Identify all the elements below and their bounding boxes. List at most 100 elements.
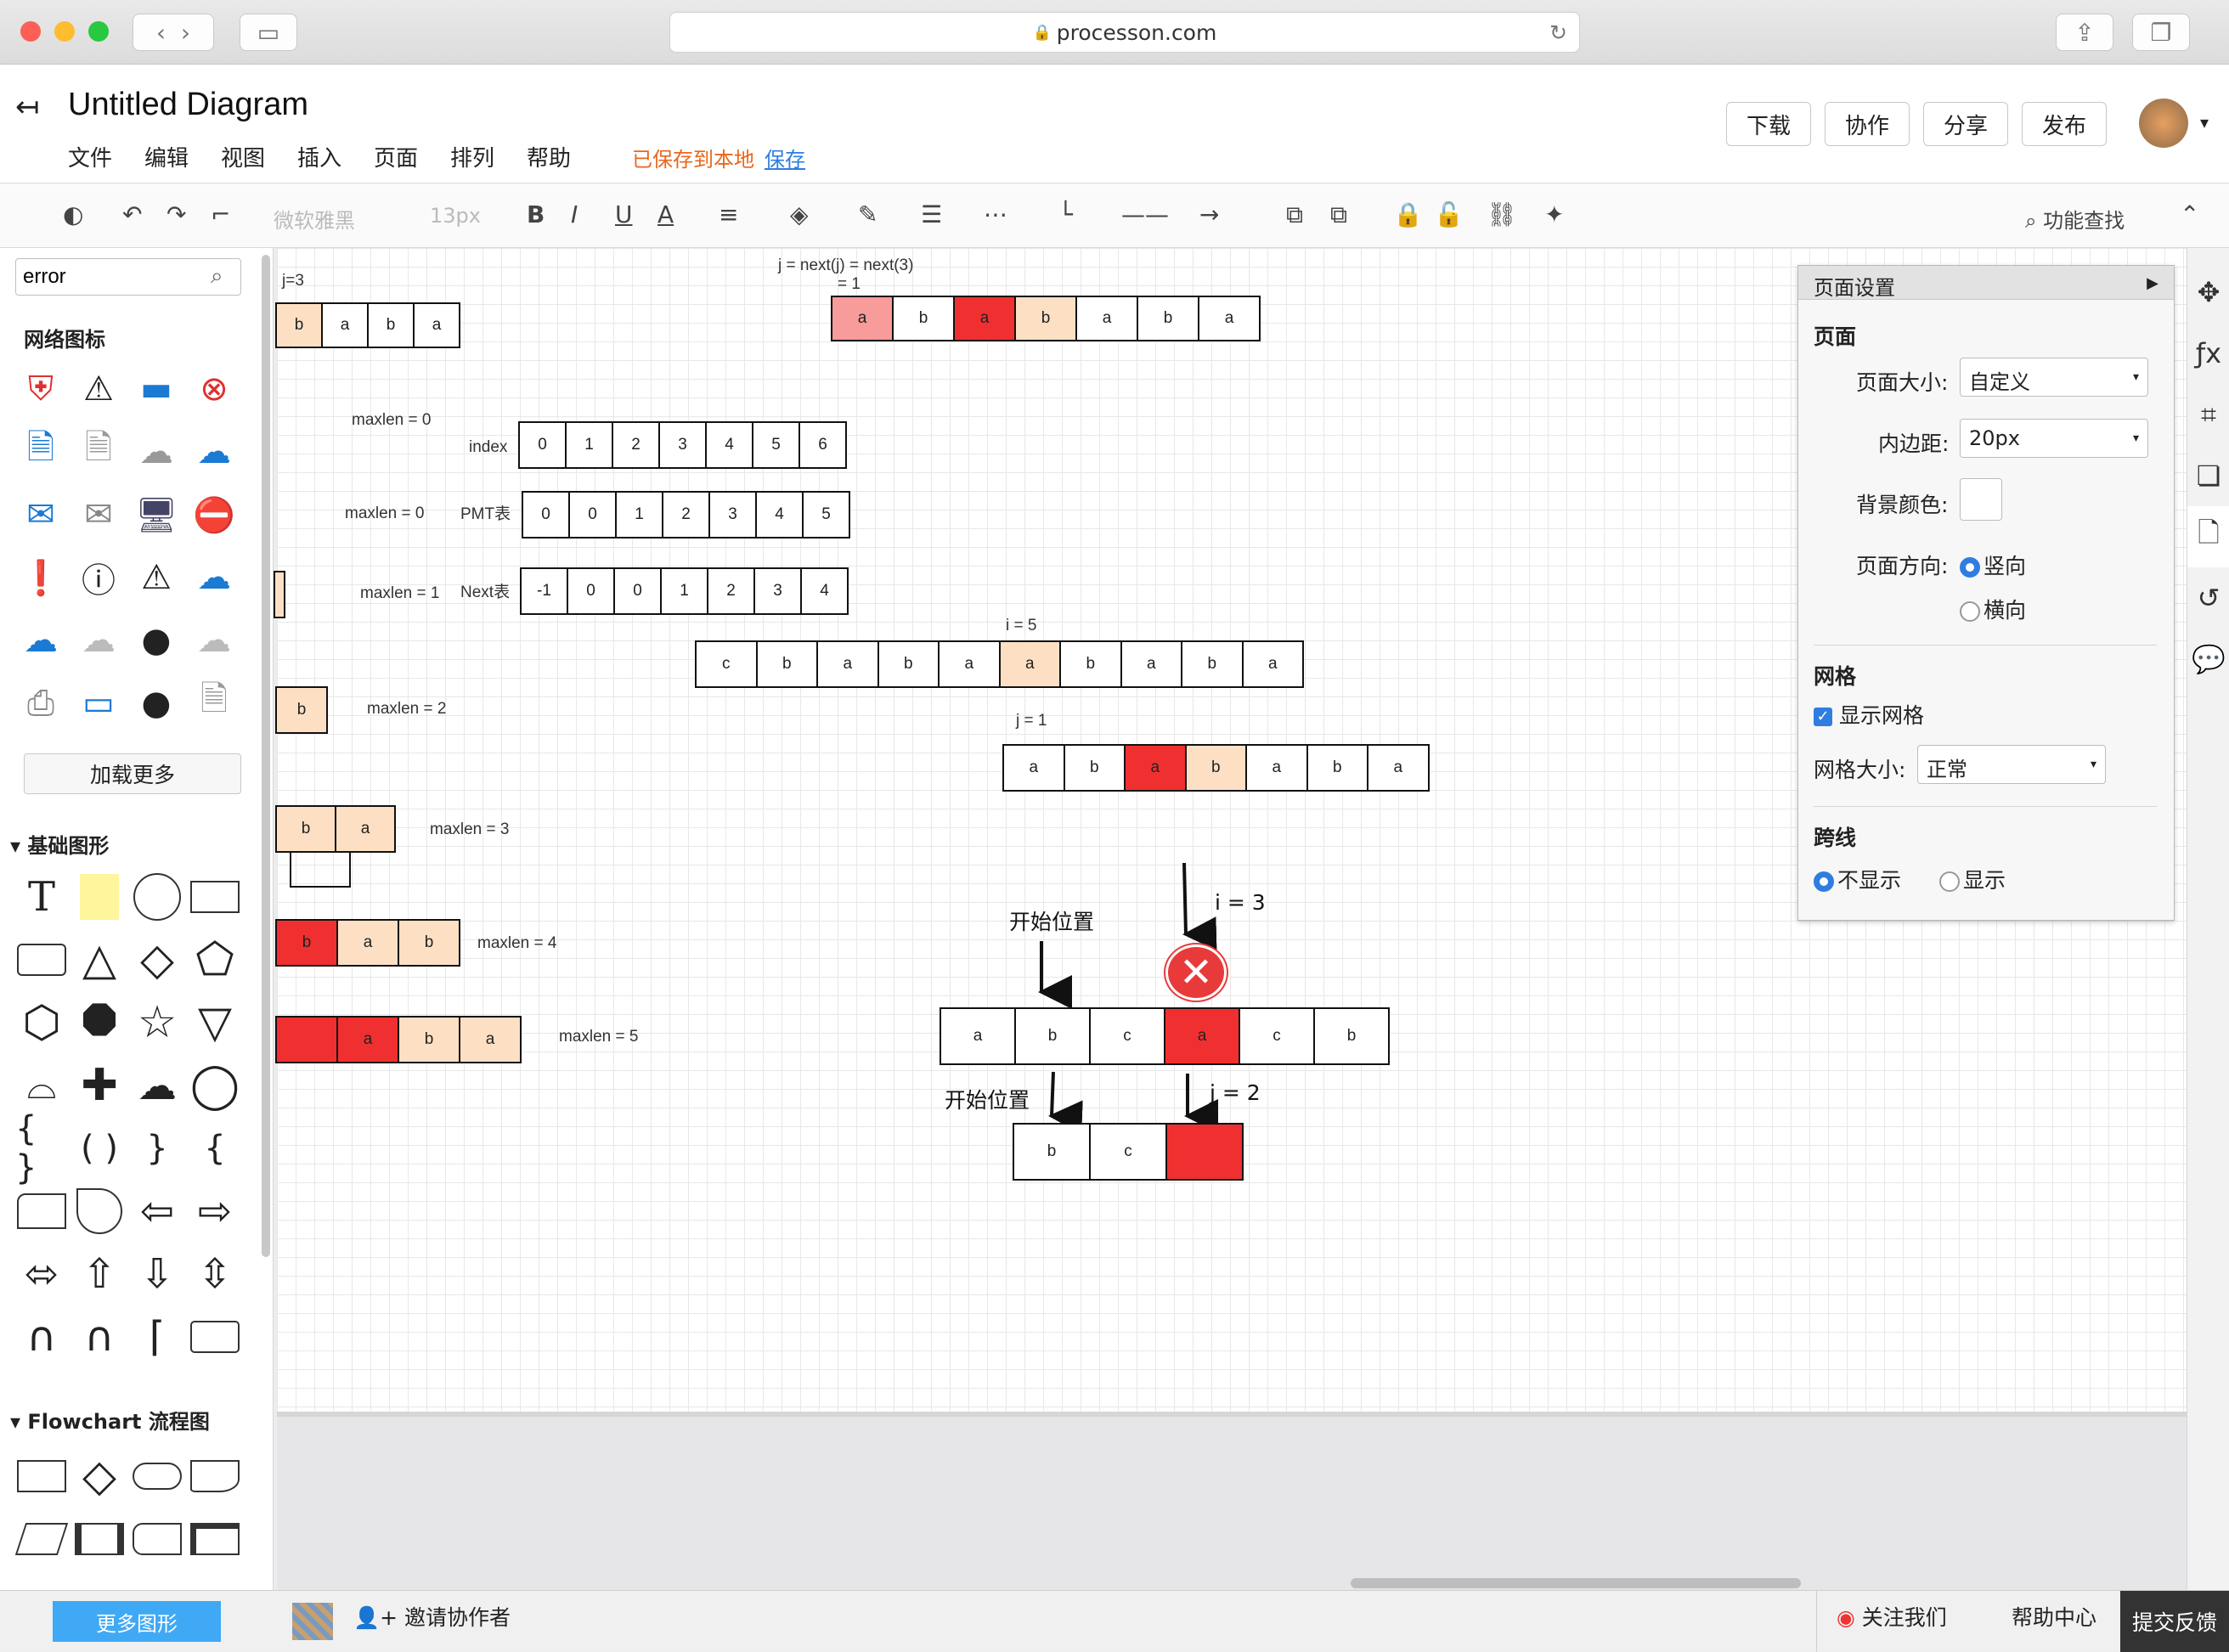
bring-front-icon[interactable]: ⧉ xyxy=(1286,200,1303,229)
padding-select[interactable]: 20px ▾ xyxy=(1960,419,2148,458)
line-width-icon[interactable]: ☰ xyxy=(921,200,942,228)
row-5-cell[interactable] xyxy=(275,1016,338,1063)
grid-size-select[interactable]: 正常 ▾ xyxy=(1917,745,2106,784)
undo-icon[interactable]: ↶ xyxy=(122,200,142,228)
warning-icon[interactable]: ⚠ xyxy=(75,367,122,411)
navigate-icon[interactable]: ✥ xyxy=(2187,262,2229,323)
row-top-cell[interactable]: a xyxy=(1075,296,1138,341)
format-painter-icon[interactable]: ⌐ xyxy=(211,200,230,228)
hexagon-shape[interactable]: ⬡ xyxy=(15,997,68,1048)
shape-style-icon[interactable]: ◐ xyxy=(63,200,83,228)
terminator-shape[interactable] xyxy=(131,1452,183,1500)
row-4-cell[interactable]: b xyxy=(398,919,460,967)
rounded-rect-shape[interactable] xyxy=(15,936,68,984)
no-entry-icon[interactable]: ⛔ xyxy=(190,493,238,537)
cloud-error-icon[interactable]: ☁ xyxy=(190,430,238,474)
right-brace-shape[interactable]: } xyxy=(131,1125,183,1172)
row-bc-cell[interactable]: b xyxy=(1013,1123,1091,1181)
page-size-select[interactable]: 自定义 ▾ xyxy=(1960,358,2148,397)
row-5-cell[interactable]: b xyxy=(398,1016,460,1063)
double-arrow-icon[interactable]: ▶ xyxy=(2147,274,2158,292)
data-shape[interactable] xyxy=(14,1515,69,1563)
row-bc-cell[interactable] xyxy=(1165,1123,1244,1181)
folder-warning-icon[interactable]: ▭ xyxy=(75,681,122,725)
row-b-cell[interactable]: b xyxy=(275,686,328,734)
cross-shape[interactable]: ✚ xyxy=(73,1060,126,1111)
lock-icon[interactable]: 🔒 xyxy=(1393,200,1423,228)
row-3-cell[interactable]: b xyxy=(275,805,336,853)
row-main-cell[interactable]: a xyxy=(1241,640,1304,688)
row-pmt-cell[interactable]: 3 xyxy=(708,491,757,538)
load-more-button[interactable]: 加载更多 xyxy=(24,753,241,794)
loop-connector[interactable] xyxy=(290,851,351,888)
arrow-down-shape[interactable]: ⇩ xyxy=(131,1250,183,1298)
computer-icon[interactable]: 🖥 xyxy=(133,493,180,537)
row-abc-cell[interactable]: b xyxy=(1014,1007,1091,1065)
publish-button[interactable]: 发布 xyxy=(2022,102,2107,146)
fill-color-icon[interactable]: ◈ xyxy=(790,200,809,228)
star-shape[interactable]: ☆ xyxy=(131,997,183,1048)
invite-button[interactable]: 👤+ 邀请协作者 xyxy=(353,1601,511,1632)
arrow-start2[interactable] xyxy=(1048,1071,1083,1135)
row-5-cell[interactable]: a xyxy=(336,1016,399,1063)
cloud-warning-icon[interactable]: ☁ xyxy=(190,618,238,662)
warning-black-icon[interactable]: ⚠ xyxy=(133,555,180,600)
close-window-button[interactable] xyxy=(20,21,41,42)
redo-icon[interactable]: ↷ xyxy=(166,200,186,228)
unlock-icon[interactable]: 🔓 xyxy=(1434,200,1464,228)
row-pmt-cell[interactable]: 2 xyxy=(662,491,710,538)
row-next-cell[interactable]: 0 xyxy=(613,567,662,615)
row-top-cell[interactable]: b xyxy=(1014,296,1077,341)
row-main-cell[interactable]: a xyxy=(816,640,879,688)
exclamation-icon[interactable]: ● xyxy=(133,681,180,725)
row-left-top-cell[interactable]: b xyxy=(275,302,323,348)
row-main-cell[interactable]: b xyxy=(1181,640,1244,688)
diamond-shape[interactable]: ◇ xyxy=(131,934,183,985)
italic-icon[interactable]: I xyxy=(571,200,578,228)
row-j1-cell[interactable]: b xyxy=(1184,744,1247,792)
line-dash-icon[interactable]: ⋯ xyxy=(984,200,1007,228)
help-center-button[interactable]: 帮助中心 xyxy=(2012,1601,2096,1632)
menu-arrange[interactable]: 排列 xyxy=(450,141,505,172)
zoom-window-button[interactable] xyxy=(88,21,109,42)
cloud-outline-icon[interactable]: ☁ xyxy=(190,555,238,600)
row-main-cell[interactable]: b xyxy=(755,640,818,688)
share-browser-button[interactable]: ⇪ xyxy=(2056,14,2113,51)
octagon-shape[interactable]: ⯃ xyxy=(73,997,126,1048)
radio-off-icon[interactable] xyxy=(1939,871,1960,892)
row-5-cell[interactable]: a xyxy=(459,1016,522,1063)
row-top-cell[interactable]: b xyxy=(1137,296,1199,341)
pages-icon[interactable]: ❏ xyxy=(2187,445,2229,506)
leaf-shape[interactable] xyxy=(73,1187,126,1235)
document-title[interactable]: Untitled Diagram xyxy=(68,87,308,123)
row-index-cell[interactable]: 3 xyxy=(658,421,707,469)
horizontal-scrollbar[interactable] xyxy=(1351,1578,1801,1588)
share-button[interactable]: 分享 xyxy=(1923,102,2008,146)
menu-edit[interactable]: 编辑 xyxy=(144,141,199,172)
cloud-grey-icon[interactable]: ☁ xyxy=(75,618,122,662)
row-main-cell[interactable]: b xyxy=(877,640,940,688)
row-pmt-cell[interactable]: 0 xyxy=(568,491,617,538)
arrow-both-shape[interactable]: ⬄ xyxy=(15,1250,68,1298)
magic-wand-icon[interactable]: ✦ xyxy=(1544,200,1564,228)
banner-shape[interactable]: ⌓ xyxy=(15,1062,68,1109)
folder-icon[interactable]: ▬ xyxy=(133,367,180,411)
tabs-button[interactable]: ❐ xyxy=(2132,14,2190,51)
rect-shape[interactable] xyxy=(189,873,241,921)
page-settings-header[interactable]: 页面设置 ▶ xyxy=(1798,266,2174,300)
row-left-top-cell[interactable]: a xyxy=(321,302,369,348)
arrow-style-icon[interactable]: → xyxy=(1199,200,1219,228)
row-index-cell[interactable]: 5 xyxy=(752,421,800,469)
error-circle-icon[interactable]: ⊗ xyxy=(190,367,238,411)
row-abc-cell[interactable]: c xyxy=(1239,1007,1315,1065)
document-icon[interactable]: 🗎 xyxy=(75,428,122,474)
landscape-radio[interactable]: 横向 xyxy=(1960,594,2026,624)
chevron-left-icon[interactable]: ‹ xyxy=(156,19,166,47)
basic-section-title[interactable]: ▾ 基础图形 xyxy=(10,829,109,859)
radio-off-icon[interactable] xyxy=(1960,601,1980,622)
row-4-cell[interactable]: b xyxy=(275,919,338,967)
row-abc-cell[interactable]: c xyxy=(1089,1007,1165,1065)
row-index-cell[interactable]: 4 xyxy=(705,421,753,469)
show-grid-checkbox[interactable]: ✓ 显示网格 xyxy=(1814,699,1924,730)
chevron-down-icon[interactable]: ▾ xyxy=(2200,112,2209,132)
